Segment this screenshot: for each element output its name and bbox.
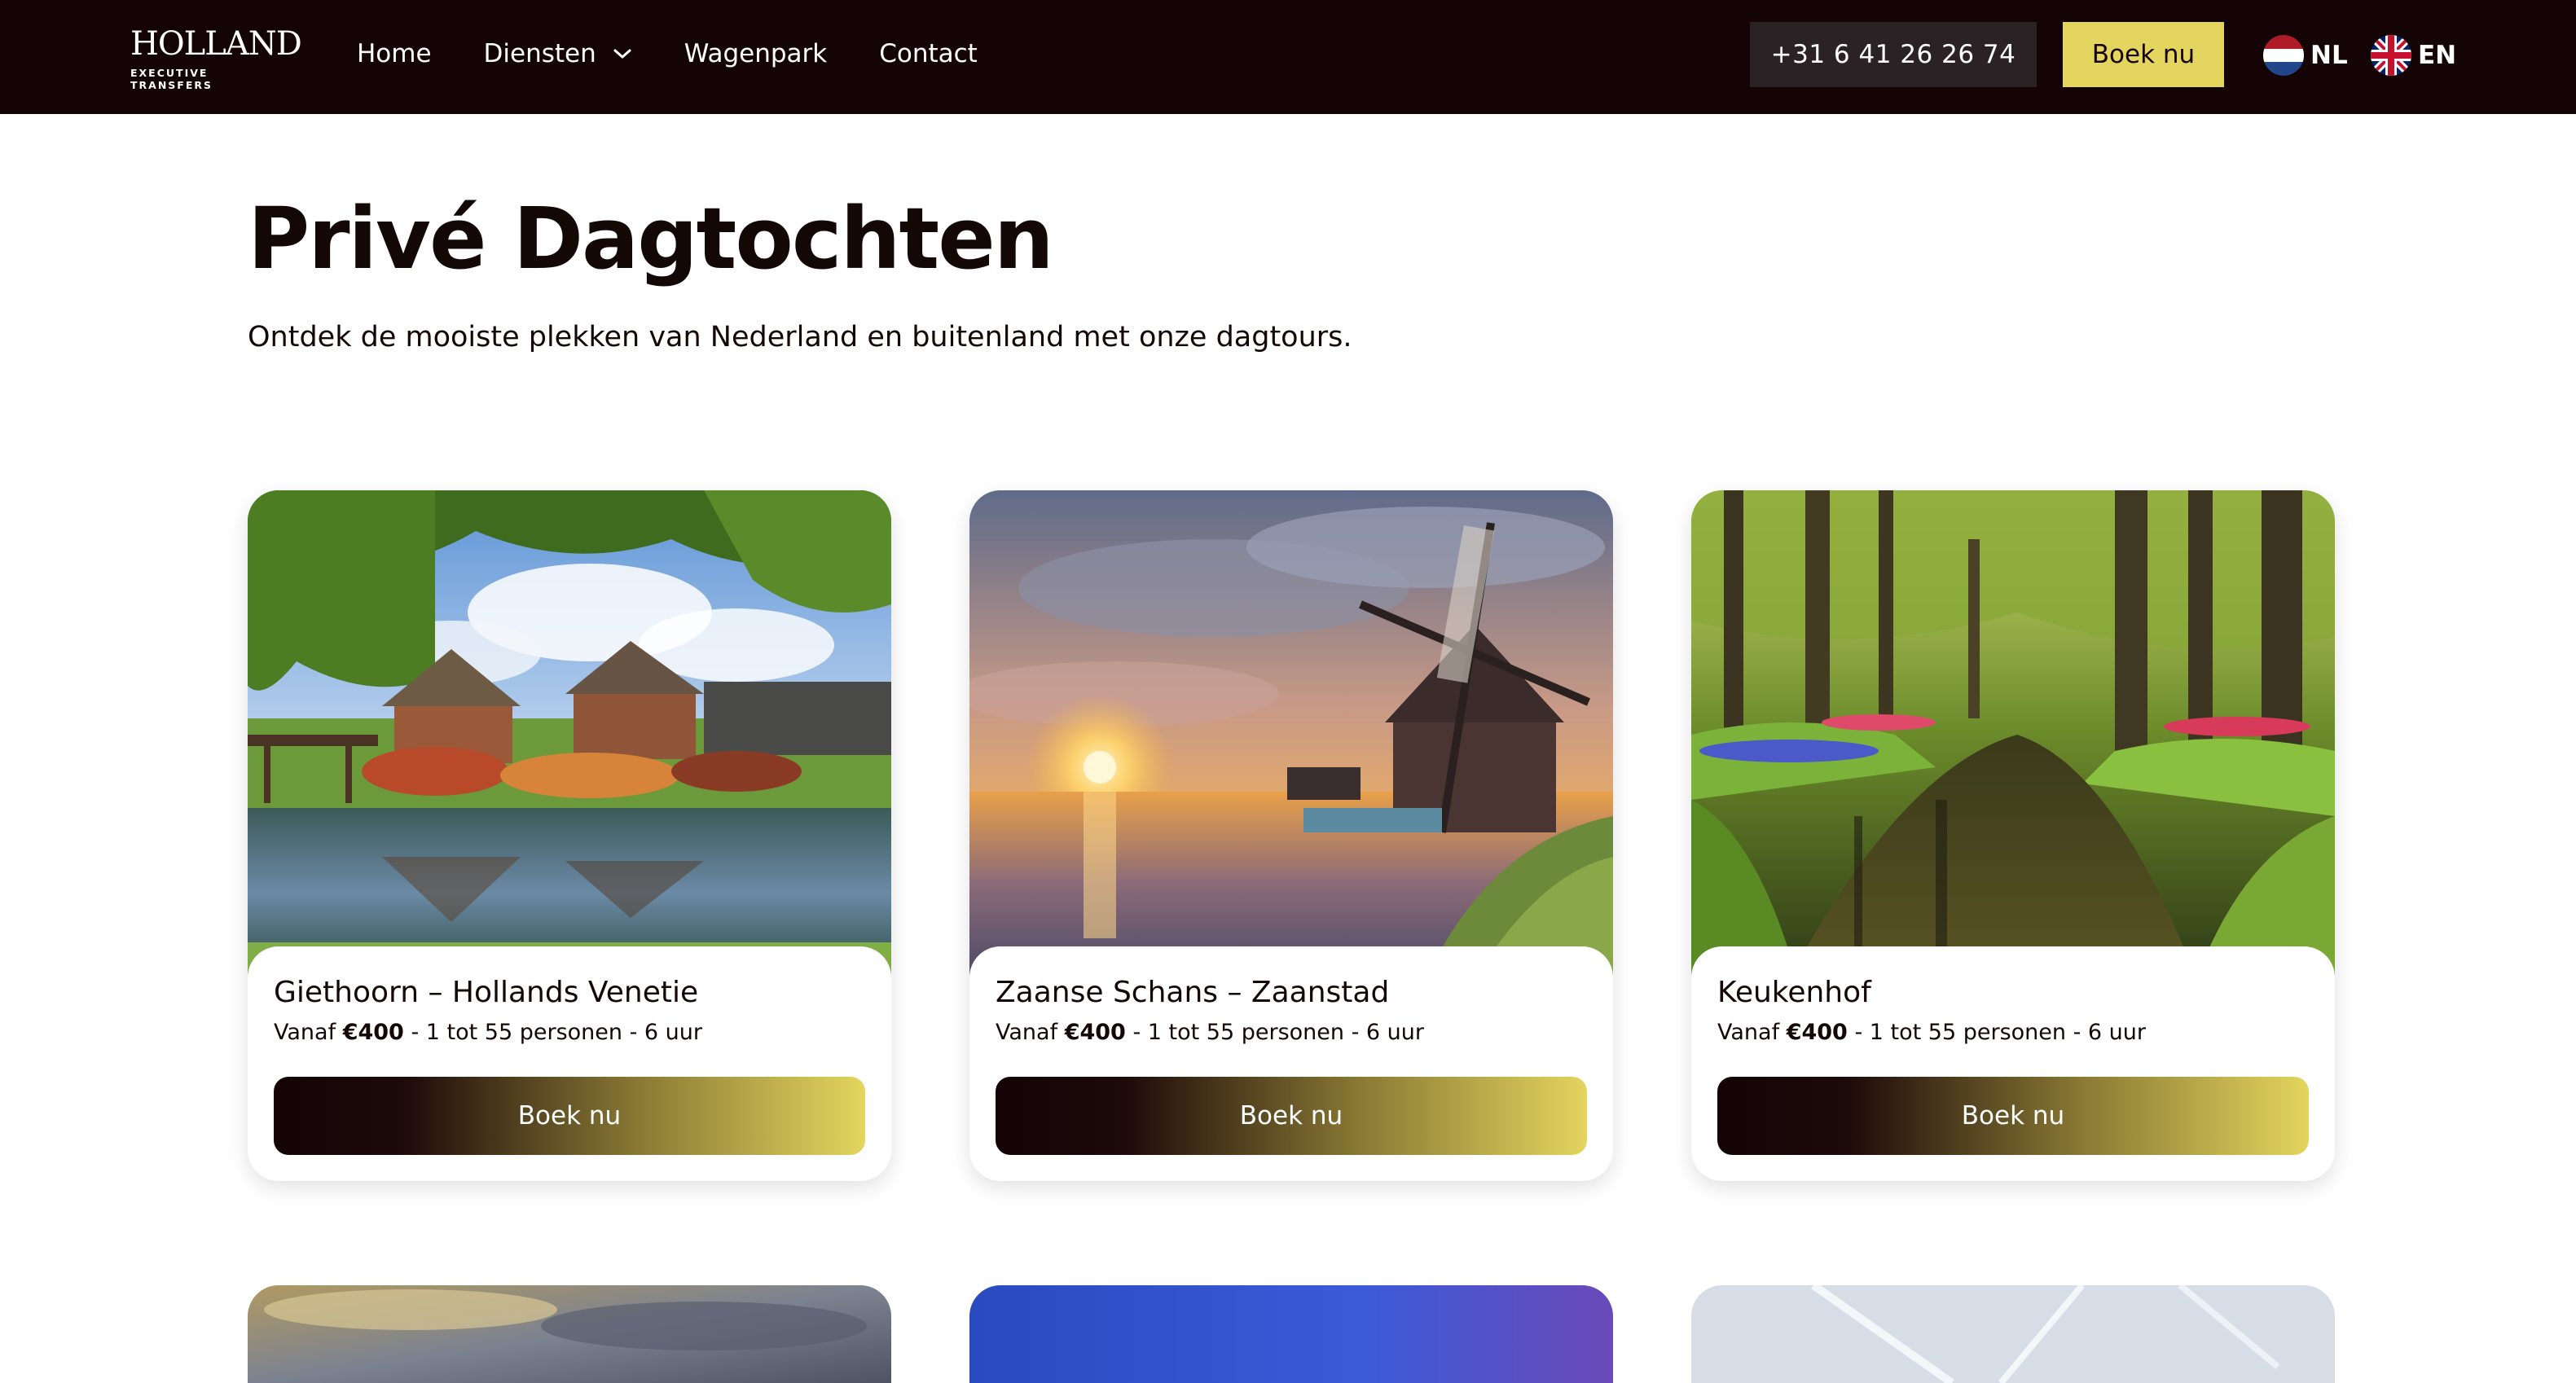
keukenhof-garden-photo (1691, 490, 2335, 979)
tour-title: Keukenhof (1717, 976, 1871, 1009)
tour-details: - 1 tot 55 personen - 6 uur (1132, 1020, 1425, 1045)
logo-tagline: EXECUTIVE TRANSFERS (130, 67, 213, 91)
tour-card-preview[interactable] (248, 1285, 891, 1383)
nav-item-label: Home (357, 39, 432, 68)
tour-photo-partial (969, 1285, 1613, 1383)
company-logo[interactable]: HOLLAND EXECUTIVE TRANSFERS (130, 25, 302, 91)
price-prefix: Vanaf (274, 1020, 336, 1045)
book-now-button[interactable]: Boek nu (274, 1077, 865, 1155)
main-nav: Home Diensten Wagenpark Contact (357, 36, 1030, 72)
tour-price: €400 (342, 1020, 404, 1045)
nav-item-diensten[interactable]: Diensten (484, 36, 632, 72)
tour-card-preview[interactable] (969, 1285, 1613, 1383)
tour-card-preview[interactable] (1691, 1285, 2335, 1383)
tour-title: Giethoorn – Hollands Venetie (274, 976, 699, 1009)
tour-price: €400 (1786, 1020, 1848, 1045)
tour-title: Zaanse Schans – Zaanstad (996, 976, 1390, 1009)
nav-item-label: Wagenpark (684, 39, 828, 68)
tour-card-zaanse-schans[interactable]: Zaanse Schans – Zaanstad Vanaf €400 - 1 … (969, 490, 1613, 1181)
tour-card-keukenhof[interactable]: Keukenhof Vanaf €400 - 1 tot 55 personen… (1691, 490, 2335, 1181)
phone-number-button[interactable]: +31 6 41 26 26 74 (1750, 22, 2037, 87)
nav-item-contact[interactable]: Contact (879, 36, 978, 72)
chevron-down-icon (613, 49, 631, 59)
book-now-header-button[interactable]: Boek nu (2063, 22, 2224, 87)
tour-card-body: Keukenhof Vanaf €400 - 1 tot 55 personen… (1691, 946, 2335, 1181)
top-navigation-bar: HOLLAND EXECUTIVE TRANSFERS Home Dienste… (0, 0, 2576, 114)
tour-details: - 1 tot 55 personen - 6 uur (411, 1020, 703, 1045)
price-prefix: Vanaf (996, 1020, 1058, 1045)
tour-meta: Vanaf €400 - 1 tot 55 personen - 6 uur (996, 1020, 1424, 1045)
flag-nl-icon (2263, 35, 2304, 76)
tour-price: €400 (1064, 1020, 1126, 1045)
tour-photo-partial (1691, 1285, 2335, 1383)
nav-item-home[interactable]: Home (357, 36, 432, 72)
nav-item-label: Contact (879, 39, 978, 68)
nav-item-wagenpark[interactable]: Wagenpark (684, 36, 827, 72)
tour-details: - 1 tot 55 personen - 6 uur (1854, 1020, 2147, 1045)
book-now-button[interactable]: Boek nu (996, 1077, 1587, 1155)
page-title: Privé Dagtochten (248, 189, 1054, 288)
page-subtitle: Ontdek de mooiste plekken van Nederland … (248, 321, 1352, 353)
nav-item-label: Diensten (483, 39, 596, 68)
language-switch-nl[interactable]: NL (2263, 34, 2348, 77)
tour-card-body: Zaanse Schans – Zaanstad Vanaf €400 - 1 … (969, 946, 1613, 1181)
logo-wordmark: HOLLAND (130, 25, 302, 63)
language-code: NL (2310, 41, 2348, 70)
price-prefix: Vanaf (1717, 1020, 1780, 1045)
language-switch-en[interactable]: EN (2371, 34, 2456, 77)
tour-card-body: Giethoorn – Hollands Venetie Vanaf €400 … (248, 946, 891, 1181)
flag-uk-icon (2371, 35, 2411, 76)
zaanse-schans-windmill-photo (969, 490, 1613, 979)
tour-photo-partial (248, 1285, 891, 1383)
giethoorn-photo (248, 490, 891, 979)
book-now-button[interactable]: Boek nu (1717, 1077, 2309, 1155)
tour-meta: Vanaf €400 - 1 tot 55 personen - 6 uur (1717, 1020, 2146, 1045)
tour-meta: Vanaf €400 - 1 tot 55 personen - 6 uur (274, 1020, 702, 1045)
language-code: EN (2418, 41, 2457, 70)
tour-card-giethoorn[interactable]: Giethoorn – Hollands Venetie Vanaf €400 … (248, 490, 891, 1181)
